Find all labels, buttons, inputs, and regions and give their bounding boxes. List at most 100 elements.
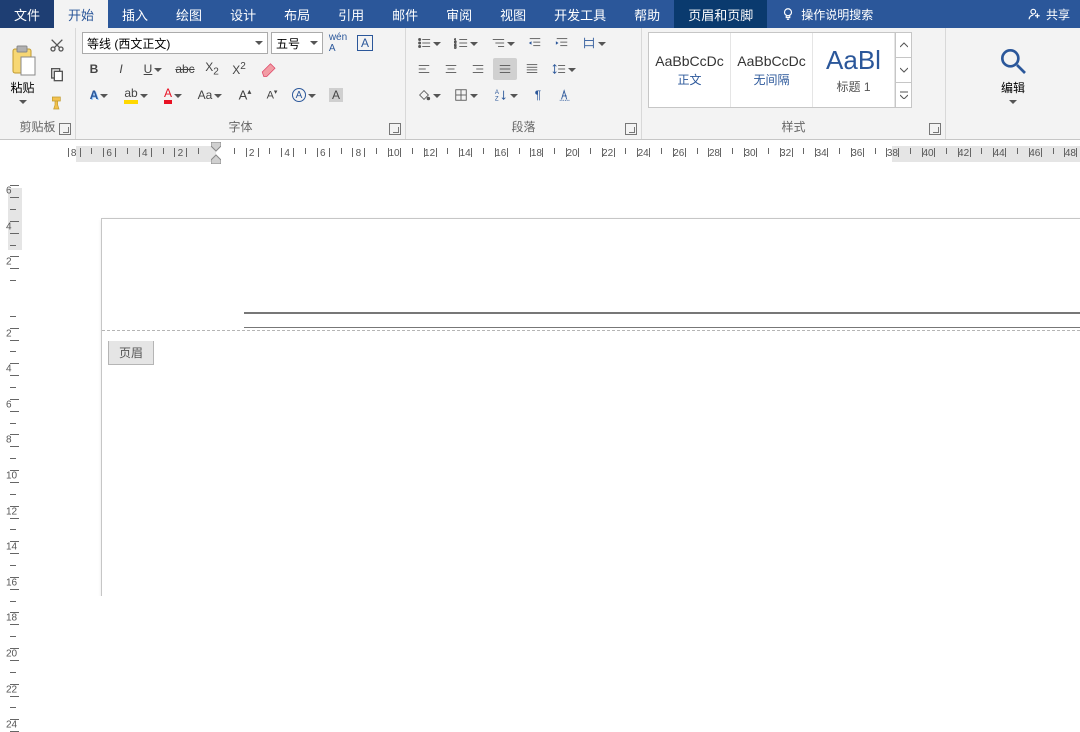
paint-bucket-icon: [417, 88, 431, 102]
font-size-combo[interactable]: 五号: [271, 32, 323, 54]
multilevel-list-button[interactable]: [486, 32, 520, 54]
style-normal[interactable]: AaBbCcDc 正文: [649, 33, 731, 107]
align-left-button[interactable]: [412, 58, 436, 80]
share-button[interactable]: 共享: [1018, 0, 1080, 28]
bullets-button[interactable]: [412, 32, 446, 54]
gallery-expand-button[interactable]: [896, 83, 911, 107]
font-group-label: 字体: [82, 116, 399, 139]
font-family-combo[interactable]: 等线 (西文正文): [82, 32, 268, 54]
gallery-up-button[interactable]: [896, 33, 911, 58]
asian-layout-button[interactable]: [577, 32, 611, 54]
strikethrough-button[interactable]: abc: [173, 58, 197, 80]
align-justify-button[interactable]: [493, 58, 517, 80]
copy-button[interactable]: [45, 63, 69, 85]
distributed-button[interactable]: [520, 58, 544, 80]
shading-button[interactable]: [412, 84, 446, 106]
gallery-down-button[interactable]: [896, 58, 911, 83]
style-sample: AaBl: [826, 45, 881, 76]
change-case-button[interactable]: Aa: [193, 84, 227, 106]
tab-view[interactable]: 视图: [486, 0, 540, 28]
paste-button[interactable]: 粘贴: [6, 32, 39, 116]
more-icon: [900, 91, 908, 99]
numbering-icon: 123: [454, 36, 468, 50]
tab-review[interactable]: 审阅: [432, 0, 486, 28]
align-center-button[interactable]: [439, 58, 463, 80]
chevron-down-icon: [1009, 100, 1017, 104]
bold-button[interactable]: B: [82, 58, 106, 80]
chevron-down-icon: [900, 67, 908, 73]
distributed-icon: [525, 62, 539, 76]
grow-font-button[interactable]: A▴: [233, 84, 257, 106]
highlight-button[interactable]: ab: [119, 84, 153, 106]
chevron-down-icon: [214, 94, 222, 98]
shrink-font-button[interactable]: A▾: [260, 84, 284, 106]
chevron-up-icon: [900, 42, 908, 48]
clear-formatting-button[interactable]: [257, 58, 281, 80]
tab-file[interactable]: 文件: [0, 0, 54, 28]
tab-layout[interactable]: 布局: [270, 0, 324, 28]
header-area[interactable]: [244, 312, 1080, 328]
align-right-button[interactable]: [466, 58, 490, 80]
tab-design[interactable]: 设计: [216, 0, 270, 28]
decrease-indent-button[interactable]: [523, 32, 547, 54]
phonetic-guide-button[interactable]: wénA: [326, 32, 350, 54]
phonetic-icon: wénA: [329, 32, 347, 54]
copy-icon: [49, 66, 65, 82]
style-no-spacing[interactable]: AaBbCcDc 无间隔: [731, 33, 813, 107]
pilcrow-icon: ¶: [535, 88, 541, 102]
tab-header-footer[interactable]: 页眉和页脚: [674, 0, 767, 28]
strike-icon: abc: [175, 62, 194, 76]
clipboard-dialog-launcher[interactable]: [59, 123, 71, 135]
indent-marker[interactable]: [211, 142, 221, 152]
editing-button[interactable]: 编辑: [992, 32, 1034, 116]
format-painter-button[interactable]: [45, 92, 69, 114]
superscript-button[interactable]: X2: [227, 58, 251, 80]
font-dialog-launcher[interactable]: [389, 123, 401, 135]
indent-icon: [555, 36, 569, 50]
chevron-down-icon: [308, 94, 316, 98]
chevron-down-icon: [154, 68, 162, 72]
font-color-button[interactable]: A: [156, 84, 190, 106]
subscript-button[interactable]: X2: [200, 58, 224, 80]
italic-button[interactable]: I: [109, 58, 133, 80]
editing-label: 编辑: [1001, 79, 1025, 96]
increase-indent-button[interactable]: [550, 32, 574, 54]
chevron-down-icon: [507, 42, 515, 46]
tab-home[interactable]: 开始: [54, 0, 108, 28]
underline-button[interactable]: U: [136, 58, 170, 80]
chevron-down-icon: [470, 94, 478, 98]
scissors-icon: [49, 37, 65, 53]
style-heading-1[interactable]: AaBl 标题 1: [813, 33, 895, 107]
text-effects-button[interactable]: A: [82, 84, 116, 106]
borders-button[interactable]: [449, 84, 483, 106]
svg-text:Z: Z: [495, 95, 499, 102]
snap-to-grid-button[interactable]: [553, 84, 577, 106]
styles-gallery[interactable]: AaBbCcDc 正文 AaBbCcDc 无间隔 AaBl 标题 1: [648, 32, 912, 108]
show-marks-button[interactable]: ¶: [526, 84, 550, 106]
brush-icon: [49, 95, 65, 111]
tab-developer[interactable]: 开发工具: [540, 0, 620, 28]
styles-dialog-launcher[interactable]: [929, 123, 941, 135]
align-justify-icon: [498, 62, 512, 76]
line-spacing-button[interactable]: [547, 58, 581, 80]
character-border-button[interactable]: A: [353, 32, 377, 54]
tab-draw[interactable]: 绘图: [162, 0, 216, 28]
shading-a-icon: A: [329, 88, 343, 102]
horizontal-ruler[interactable]: 8642246810121416182022242628303234363840…: [26, 140, 1080, 168]
tell-me-search[interactable]: 操作说明搜索: [767, 0, 887, 28]
tab-mailings[interactable]: 邮件: [378, 0, 432, 28]
search-icon: [997, 45, 1029, 77]
sort-button[interactable]: AZ: [489, 84, 523, 106]
document-viewport[interactable]: 页眉: [26, 168, 1080, 596]
enclose-characters-button[interactable]: A: [287, 84, 321, 106]
tab-insert[interactable]: 插入: [108, 0, 162, 28]
cut-button[interactable]: [45, 34, 69, 56]
align-left-icon: [417, 62, 431, 76]
character-shading-button[interactable]: A: [324, 84, 348, 106]
vertical-ruler[interactable]: 64224681012141618202224: [0, 168, 26, 596]
numbering-button[interactable]: 123: [449, 32, 483, 54]
tab-help[interactable]: 帮助: [620, 0, 674, 28]
tab-references[interactable]: 引用: [324, 0, 378, 28]
chevron-down-icon: [140, 94, 148, 98]
paragraph-dialog-launcher[interactable]: [625, 123, 637, 135]
